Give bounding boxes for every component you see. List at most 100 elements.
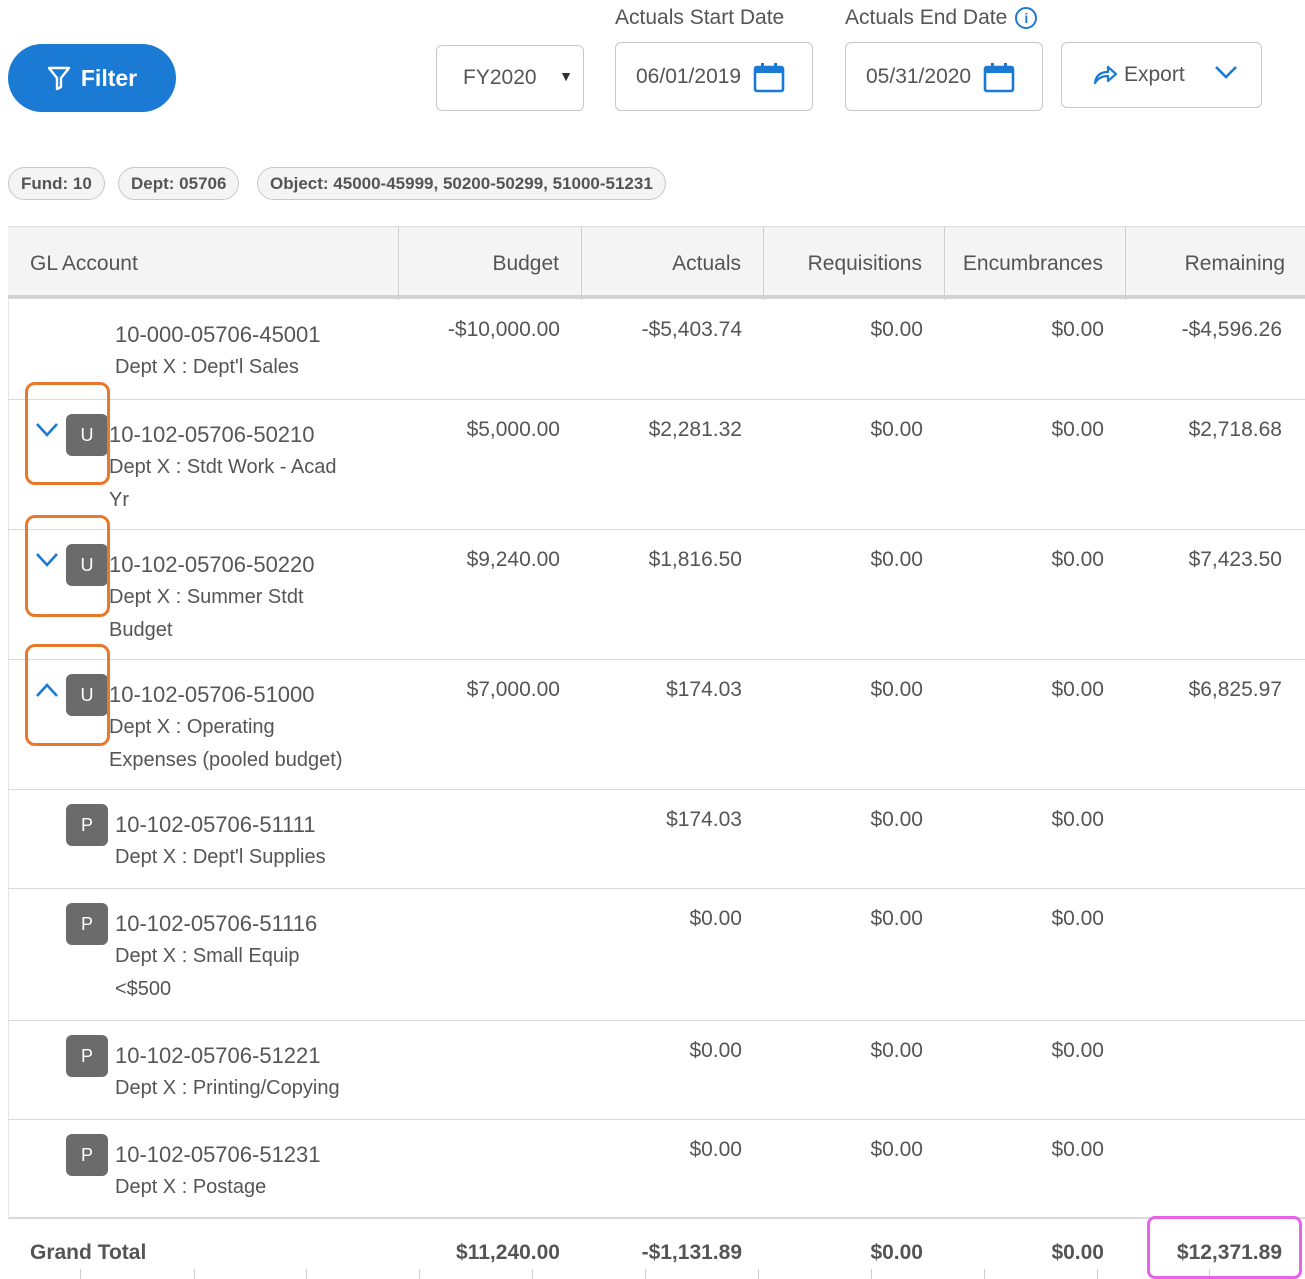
column-header-actuals[interactable]: Actuals [582,227,764,300]
column-tick [532,1269,533,1279]
badge-p: P [66,1035,108,1077]
gl-account-cell: 10-102-05706-50220 Dept X : Summer Stdt Bu… [109,548,389,647]
gl-account-number[interactable]: 10-102-05706-51231 [115,1138,395,1171]
gl-account-number[interactable]: 10-102-05706-51116 [115,907,395,940]
fiscal-year-value: FY2020 [463,66,537,89]
filter-chip-object[interactable]: Object: 45000-45999, 50200-50299, 51000-… [257,167,666,200]
actuals-end-label: Actuals End Date i [845,6,1038,30]
gl-account-cell: 10-102-05706-51231 Dept X : Postage [115,1138,395,1204]
encumbrances-cell: $0.00 [1051,907,1104,930]
encumbrances-cell: $0.00 [1051,1039,1104,1062]
filter-chip-dept[interactable]: Dept: 05706 [118,167,240,200]
actuals-start-label: Actuals Start Date [615,6,785,29]
calendar-icon[interactable] [983,61,1015,93]
grand-total-label: Grand Total [30,1241,147,1264]
gl-account-description: Yr [109,489,129,511]
column-header-requisitions[interactable]: Requisitions [764,227,945,300]
actuals-cell: $174.03 [666,808,742,831]
budget-cell: -$10,000.00 [447,318,560,341]
gl-account-number[interactable]: 10-102-05706-51000 [109,678,389,711]
requisitions-cell: $0.00 [870,1138,923,1161]
encumbrances-cell: $0.00 [1051,808,1104,831]
table-header: GL Account Budget Actuals Requisitions E… [8,226,1305,300]
encumbrances-cell: $0.00 [1051,548,1104,571]
grand-total-row: Grand Total $11,240.00 -$1,131.89 $0.00 … [8,1218,1305,1279]
table-row[interactable]: P 10-102-05706-51116 Dept X : Small Equip <… [8,889,1305,1021]
requisitions-cell: $0.00 [870,678,923,701]
gl-account-description: Dept X : Dept'l Supplies [115,846,326,868]
actuals-cell: $0.00 [689,907,742,930]
gl-account-cell: 10-000-05706-45001 Dept X : Dept'l Sales [115,318,395,384]
actuals-end-value: 05/31/2020 [866,64,972,88]
actuals-end-date-field[interactable]: 05/31/2020 [845,42,1043,111]
filter-button[interactable]: Filter [8,44,176,112]
grand-total-requisitions: $0.00 [870,1241,923,1264]
gl-account-description: Dept X : Printing/Copying [115,1077,340,1099]
gl-account-number[interactable]: 10-102-05706-50220 [109,548,389,581]
dropdown-caret-icon: ▼ [559,68,573,84]
column-tick [306,1269,307,1279]
column-tick [645,1269,646,1279]
encumbrances-cell: $0.00 [1051,418,1104,441]
actuals-start-date-field[interactable]: 06/01/2019 [615,42,813,111]
actuals-cell: $0.00 [689,1138,742,1161]
encumbrances-cell: $0.00 [1051,678,1104,701]
gl-account-number[interactable]: 10-000-05706-45001 [115,318,395,351]
filter-icon [47,66,71,91]
table-row[interactable]: 10-000-05706-45001 Dept X : Dept'l Sales -… [8,300,1305,400]
gl-account-description: Budget [109,619,173,641]
gl-account-description: Dept X : Operating [109,716,275,738]
annotation-highlight-box [25,644,110,746]
table-row[interactable]: U 10-102-05706-51000 Dept X : Operating Exp… [8,660,1305,790]
badge-p: P [66,1134,108,1176]
gl-account-number[interactable]: 10-102-05706-51221 [115,1039,395,1072]
gl-account-cell: 10-102-05706-50210 Dept X : Stdt Work - A… [109,418,389,517]
gl-account-cell: 10-102-05706-51111 Dept X : Dept'l Suppli… [115,808,395,874]
table-row[interactable]: U 10-102-05706-50210 Dept X : Stdt Work - … [8,400,1305,530]
remaining-cell: -$4,596.26 [1181,318,1282,341]
grand-total-actuals: -$1,131.89 [641,1241,742,1264]
annotation-highlight-box [1147,1216,1302,1279]
annotation-highlight-box [25,515,110,617]
fiscal-year-select[interactable]: FY2020 ▼ [436,45,584,111]
grand-total-budget: $11,240.00 [456,1241,560,1264]
column-header-budget[interactable]: Budget [399,227,582,300]
budget-cell: $9,240.00 [466,548,560,571]
column-header-encumbrances[interactable]: Encumbrances [945,227,1126,300]
column-tick [80,1269,81,1279]
column-tick [1097,1269,1098,1279]
column-header-gl-account[interactable]: GL Account [8,227,399,300]
gl-account-description: Dept X : Dept'l Sales [115,356,299,378]
export-button[interactable]: Export [1061,42,1262,108]
table-row[interactable]: P 10-102-05706-51221 Dept X : Printing/Cop… [8,1021,1305,1120]
gl-account-description: Dept X : Stdt Work - Acad [109,456,337,478]
budget-cell: $5,000.00 [466,418,560,441]
column-tick [758,1269,759,1279]
gl-account-number[interactable]: 10-102-05706-50210 [109,418,389,451]
table-row[interactable]: P 10-102-05706-51231 Dept X : Postage $0.00… [8,1120,1305,1218]
gl-account-description: Dept X : Postage [115,1176,267,1198]
info-icon[interactable]: i [1015,7,1038,30]
gl-account-description: <$500 [115,978,172,1000]
encumbrances-cell: $0.00 [1051,1138,1104,1161]
budget-cell: $7,000.00 [466,678,560,701]
requisitions-cell: $0.00 [870,318,923,341]
filter-button-label: Filter [80,64,138,91]
table-row[interactable]: P 10-102-05706-51111 Dept X : Dept'l Suppl… [8,790,1305,889]
actuals-end-label-text: Actuals End Date [845,6,1008,29]
remaining-cell: $7,423.50 [1188,548,1282,571]
table-row[interactable]: U 10-102-05706-50220 Dept X : Summer Stdt B… [8,530,1305,660]
actuals-cell: $174.03 [666,678,742,701]
requisitions-cell: $0.00 [870,1039,923,1062]
filter-chip-fund[interactable]: Fund: 10 [8,167,105,200]
requisitions-cell: $0.00 [870,548,923,571]
calendar-icon[interactable] [753,61,785,93]
export-button-label: Export [1124,63,1185,86]
gl-account-description: Dept X : Summer Stdt [109,586,304,608]
column-header-remaining[interactable]: Remaining [1126,227,1305,300]
gl-account-number[interactable]: 10-102-05706-51111 [115,808,395,841]
grand-total-encumbrances: $0.00 [1051,1241,1104,1264]
requisitions-cell: $0.00 [870,808,923,831]
requisitions-cell: $0.00 [870,418,923,441]
chevron-down-icon [1215,66,1237,79]
